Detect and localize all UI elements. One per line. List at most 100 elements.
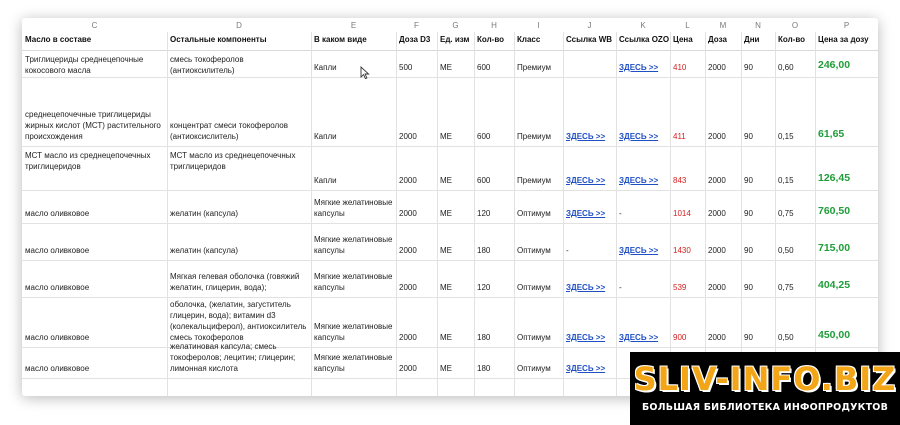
table-cell: масло оливковое (25, 283, 90, 292)
column-letter: P (843, 21, 850, 30)
table-cell: 600 (477, 132, 491, 141)
table-cell: желатиновая капсула; смесь токоферолов; … (170, 342, 296, 373)
table-cell: МЕ (440, 209, 452, 218)
table-cell: 0,50 (778, 246, 794, 255)
watermark-banner: SLIV-INFO.BIZ БОЛЬШАЯ БИБЛИОТЕКА ИНФОПРО… (630, 352, 900, 425)
column-header: Кол-во (778, 35, 806, 44)
grid-hline (22, 297, 878, 298)
link-wb[interactable]: ЗДЕСЬ >> (563, 282, 615, 293)
table-cell: 2000 (708, 63, 726, 72)
price-cell: 843 (673, 176, 687, 185)
column-letter: M (719, 21, 727, 30)
table-cell: 0,75 (778, 209, 794, 218)
link-wb[interactable]: ЗДЕСЬ >> (563, 363, 615, 374)
table-cell: смесь токоферолов (антиоксилитель) (170, 55, 244, 75)
table-cell: МЕ (440, 333, 452, 342)
table-cell: 0,15 (778, 132, 794, 141)
mouse-cursor-icon (360, 66, 370, 80)
price-cell: 1014 (673, 209, 691, 218)
table-cell: Премиум (517, 63, 552, 72)
table-cell: - (619, 209, 622, 218)
table-cell: Мягкие желатиновые капсулы (314, 198, 393, 218)
grid-hline (22, 223, 878, 224)
link-ozon[interactable]: ЗДЕСЬ >> (616, 62, 669, 73)
column-header: Ед. изм (440, 35, 470, 44)
column-letter: L (685, 21, 690, 30)
column-header: Класс (517, 35, 541, 44)
price-per-dose-cell: 246,00 (818, 60, 851, 71)
table-cell: МЕ (440, 246, 452, 255)
table-cell: оболочка, (желатин, загуститель глицерин… (170, 300, 307, 342)
table-cell: 90 (744, 132, 753, 141)
link-wb[interactable]: ЗДЕСЬ >> (563, 332, 615, 343)
table-cell: 120 (477, 283, 491, 292)
table-cell: масло оливковое (25, 333, 90, 342)
table-cell: 180 (477, 246, 491, 255)
table-cell: МСТ масло из среднецепочечных триглицери… (25, 151, 151, 171)
table-cell: Оптимум (517, 246, 551, 255)
table-cell: 2000 (399, 246, 417, 255)
table-cell: 90 (744, 283, 753, 292)
table-cell: 2000 (399, 132, 417, 141)
table-cell: 2000 (399, 283, 417, 292)
table-cell: масло оливковое (25, 209, 90, 218)
table-cell: 90 (744, 63, 753, 72)
link-ozon[interactable]: ЗДЕСЬ >> (616, 131, 669, 142)
link-wb[interactable]: ЗДЕСЬ >> (563, 131, 615, 142)
table-cell: 2000 (708, 132, 726, 141)
price-per-dose-cell: 126,45 (818, 173, 851, 184)
column-letter: O (791, 21, 799, 30)
table-cell: 2000 (708, 333, 726, 342)
link-wb[interactable]: ЗДЕСЬ >> (563, 208, 615, 219)
column-header: Ссылка WB (566, 35, 613, 44)
table-cell: 500 (399, 63, 413, 72)
grid-hline (22, 260, 878, 261)
column-letter: J (587, 21, 592, 30)
table-cell: МЕ (440, 132, 452, 141)
table-cell: 2000 (708, 246, 726, 255)
column-header: Цена за дозу (818, 35, 869, 44)
table-cell: среднецепочечные триглицериды жирных кис… (25, 110, 161, 141)
table-cell: Оптимум (517, 333, 551, 342)
column-letter: E (350, 21, 357, 30)
table-cell: Капли (314, 63, 337, 72)
table-cell: Мягкая гелевая оболочка (говяжий желатин… (170, 272, 300, 292)
price-cell: 539 (673, 283, 687, 292)
table-cell: МЕ (440, 364, 452, 373)
column-letters-row: C D E F G H I J K L M N O P (22, 18, 878, 32)
watermark-subtitle: БОЛЬШАЯ БИБЛИОТЕКА ИНФОПРОДУКТОВ (641, 402, 889, 413)
column-letter: F (414, 21, 419, 30)
table-cell: Мягкие желатиновые капсулы (314, 272, 393, 292)
link-wb[interactable]: ЗДЕСЬ >> (563, 175, 615, 186)
column-letter: N (755, 21, 761, 30)
header-row: Масло в составе Остальные компоненты В как… (22, 32, 878, 51)
table-cell: Триглицериды среднецепочные кокосового м… (25, 55, 144, 75)
grid-hline (22, 190, 878, 191)
column-header: Ссылка OZON (619, 35, 669, 44)
column-header: Остальные компоненты (170, 35, 267, 44)
table-cell: МСТ масло из среднецепочечных триглицери… (170, 151, 296, 171)
table-cell: масло оливковое (25, 246, 90, 255)
table-cell: 2000 (399, 209, 417, 218)
link-ozon[interactable]: ЗДЕСЬ >> (616, 245, 669, 256)
table-cell: 120 (477, 209, 491, 218)
table-cell: 90 (744, 333, 753, 342)
table-cell: 0,75 (778, 283, 794, 292)
link-ozon[interactable]: ЗДЕСЬ >> (616, 175, 669, 186)
column-header: Масло в составе (25, 35, 92, 44)
table-cell: МЕ (440, 63, 452, 72)
price-per-dose-cell: 760,50 (818, 206, 851, 217)
table-cell: Оптимум (517, 283, 551, 292)
table-cell: 0,60 (778, 63, 794, 72)
link-ozon[interactable]: ЗДЕСЬ >> (616, 332, 669, 343)
price-per-dose-cell: 715,00 (818, 243, 851, 254)
price-cell: 1430 (673, 246, 691, 255)
table-cell: желатин (капсула) (170, 209, 238, 218)
column-letter: I (537, 21, 540, 30)
table-cell: 90 (744, 209, 753, 218)
column-header: Кол-во (477, 35, 505, 44)
price-cell: 411 (673, 132, 686, 141)
grid-hline (22, 146, 878, 147)
table-cell: 2000 (708, 283, 726, 292)
watermark-title: SLIV-INFO.BIZ (633, 360, 897, 398)
